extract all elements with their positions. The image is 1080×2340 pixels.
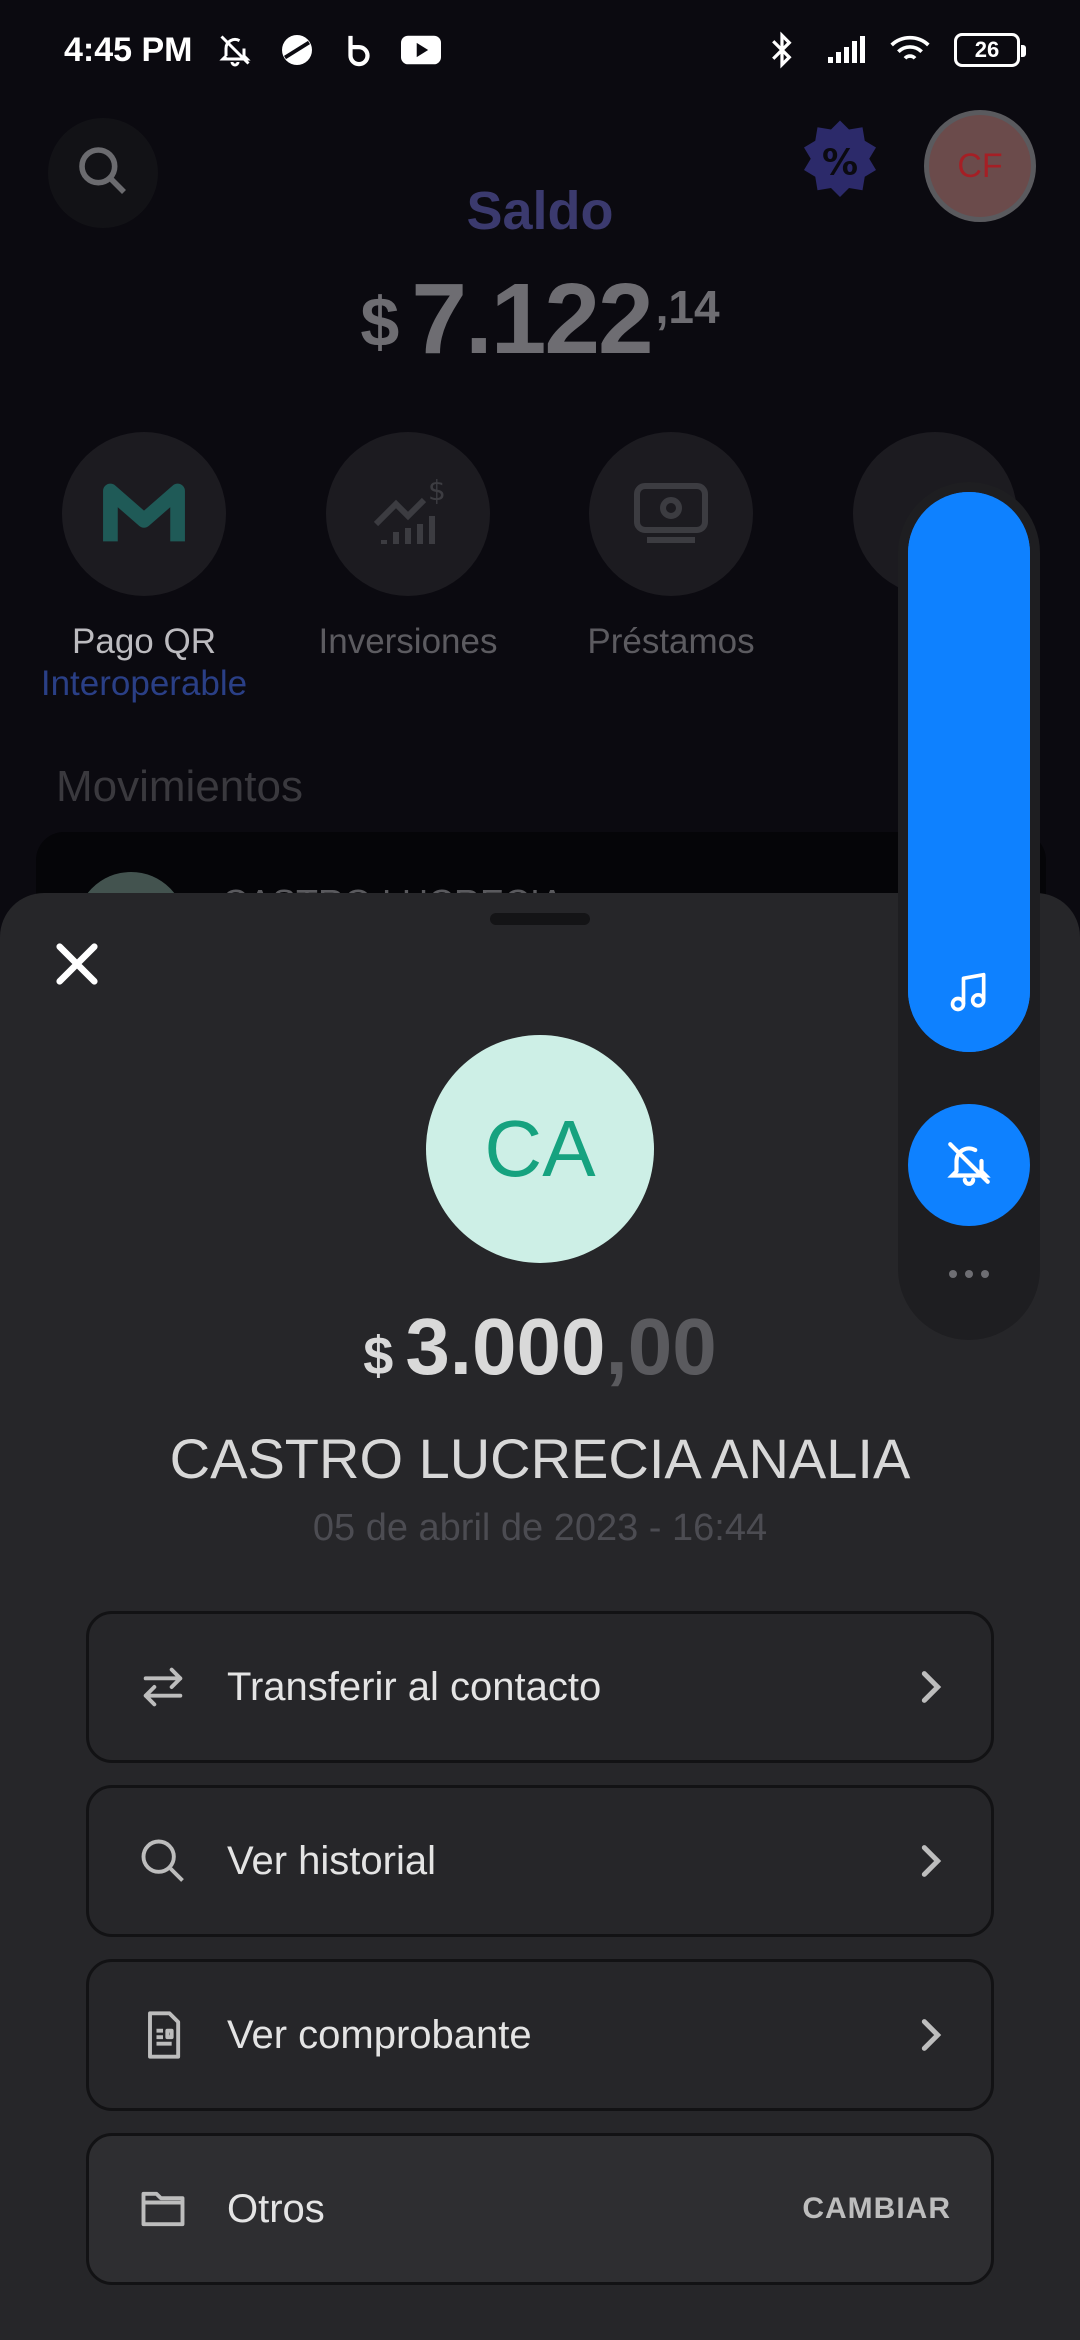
change-category-button[interactable]: CAMBIAR: [802, 2192, 951, 2226]
bell-off-icon: [944, 1138, 994, 1193]
more-dot: [965, 1270, 973, 1278]
svg-text:$: $: [428, 474, 446, 507]
movements-title: Movimientos: [56, 762, 303, 811]
others-category-row: Otros CAMBIAR: [86, 2133, 994, 2285]
quick-action-label: Préstamos: [587, 622, 755, 661]
quick-action-circle: [62, 432, 226, 596]
balance-currency: $: [360, 283, 400, 361]
balance-amount: $ 7.122 ,14: [0, 262, 1080, 377]
contact-name: CASTRO LUCRECIA ANALIA: [169, 1427, 911, 1490]
receipt-icon: [133, 2005, 193, 2065]
amount-integer: 3.000: [405, 1302, 606, 1391]
ringer-mute-button[interactable]: [908, 1104, 1030, 1226]
chevron-right-icon: [911, 1841, 951, 1881]
search-icon: [133, 1831, 193, 1891]
transaction-date: 05 de abril de 2023 - 16:44: [312, 1507, 768, 1549]
close-icon: [51, 938, 103, 995]
b-app-icon: [339, 30, 379, 70]
contact-initials: CA: [484, 1104, 596, 1193]
amount-decimal: ,00: [605, 1302, 717, 1391]
quick-action-pago-qr[interactable]: Pago QR Interoperable: [14, 432, 274, 704]
category-label: Otros: [227, 2186, 325, 2231]
quick-action-prestamos[interactable]: Préstamos: [541, 432, 801, 662]
status-time: 4:45 PM: [64, 30, 193, 69]
music-note-icon: [946, 970, 992, 1016]
chevron-right-icon: [911, 2015, 951, 2055]
more-dot: [949, 1270, 957, 1278]
battery-level: 26: [974, 37, 1000, 62]
volume-slider-fill: [908, 492, 1030, 1052]
chevron-right-icon: [911, 1667, 951, 1707]
wifi-icon: [890, 30, 930, 70]
mercado-m-icon: [102, 477, 186, 552]
volume-slider[interactable]: [908, 492, 1030, 1052]
balance-decimal: ,14: [655, 281, 720, 333]
view-receipt-button[interactable]: Ver comprobante: [86, 1959, 994, 2111]
battery-icon: 26: [954, 33, 1026, 67]
quick-action-sublabel: Interoperable: [40, 664, 248, 703]
quick-action-inversiones[interactable]: $ Inversiones: [278, 432, 538, 662]
transfer-to-contact-button[interactable]: Transferir al contacto: [86, 1611, 994, 1763]
svg-text:%: %: [822, 142, 858, 183]
action-label: Ver comprobante: [227, 2012, 532, 2057]
planet-icon: [277, 30, 317, 70]
close-button[interactable]: [44, 933, 110, 999]
action-label: Transferir al contacto: [227, 1664, 602, 1709]
more-dot: [981, 1270, 989, 1278]
more-options-button[interactable]: [934, 1254, 1004, 1294]
cash-bill-icon: [631, 477, 711, 552]
quick-action-circle: [589, 432, 753, 596]
action-label: Ver historial: [227, 1838, 436, 1883]
balance-integer: 7.122: [411, 263, 653, 375]
volume-panel: [898, 482, 1040, 1340]
view-history-button[interactable]: Ver historial: [86, 1785, 994, 1937]
sheet-drag-handle[interactable]: [490, 913, 590, 925]
quick-action-label: Pago QR: [72, 622, 216, 661]
investments-chart-icon: $: [368, 472, 448, 557]
status-bar: 4:45 PM 26: [0, 0, 1080, 100]
quick-action-label: Inversiones: [318, 622, 498, 661]
amount-currency: $: [363, 1326, 394, 1386]
bluetooth-icon: [762, 30, 802, 70]
balance-label: Saldo: [466, 181, 614, 241]
contact-avatar: CA: [426, 1035, 654, 1263]
transfer-arrows-icon: [133, 1657, 193, 1717]
quick-action-circle: $: [326, 432, 490, 596]
youtube-icon: [400, 30, 441, 70]
mute-bell-icon: [215, 30, 255, 70]
folder-icon: [133, 2179, 193, 2239]
signal-icon: [826, 30, 866, 70]
